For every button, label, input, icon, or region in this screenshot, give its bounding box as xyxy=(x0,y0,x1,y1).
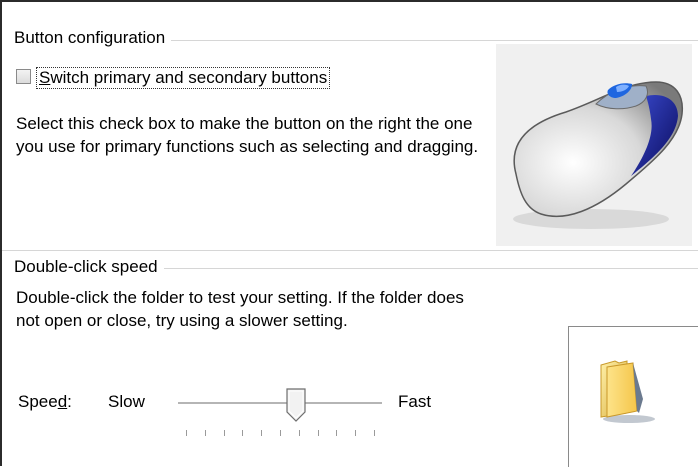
double-click-speed-slider[interactable] xyxy=(178,388,382,448)
fast-label: Fast xyxy=(398,392,432,411)
switch-buttons-label[interactable]: Switch primary and secondary buttons xyxy=(36,67,331,89)
speed-label-pre: Spee xyxy=(18,392,58,411)
slider-track xyxy=(178,402,382,405)
slider-tick xyxy=(280,430,281,436)
double-click-test-area[interactable] xyxy=(568,326,698,467)
slider-ticks xyxy=(178,430,382,438)
slider-tick xyxy=(318,430,319,436)
speed-label: Speed: xyxy=(18,392,72,412)
group-title-double-click-speed: Double-click speed xyxy=(14,257,164,277)
slider-tick xyxy=(374,430,375,436)
slider-tick xyxy=(242,430,243,436)
slider-tick xyxy=(336,430,337,436)
button-configuration-description: Select this check box to make the button… xyxy=(16,114,479,156)
speed-label-mnemonic: d xyxy=(57,392,68,411)
switch-buttons-label-mnemonic: S xyxy=(39,68,51,87)
mouse-icon xyxy=(513,81,684,229)
switch-buttons-label-text: witch primary and secondary buttons xyxy=(50,68,328,87)
slider-tick xyxy=(205,430,206,436)
section-separator xyxy=(2,250,698,251)
slider-tick xyxy=(186,430,187,436)
slider-tick xyxy=(261,430,262,436)
slider-tick xyxy=(224,430,225,436)
double-click-speed-description: Double-click the folder to test your set… xyxy=(16,288,464,330)
slider-tick xyxy=(355,430,356,436)
slider-tick xyxy=(299,430,300,436)
slow-label: Slow xyxy=(108,392,145,411)
folder-icon[interactable] xyxy=(593,355,663,425)
mouse-image-panel xyxy=(496,44,692,246)
slider-thumb[interactable] xyxy=(286,388,306,422)
switch-buttons-checkbox[interactable] xyxy=(16,69,31,84)
group-title-button-configuration: Button configuration xyxy=(14,28,172,48)
speed-label-post: : xyxy=(67,392,72,411)
